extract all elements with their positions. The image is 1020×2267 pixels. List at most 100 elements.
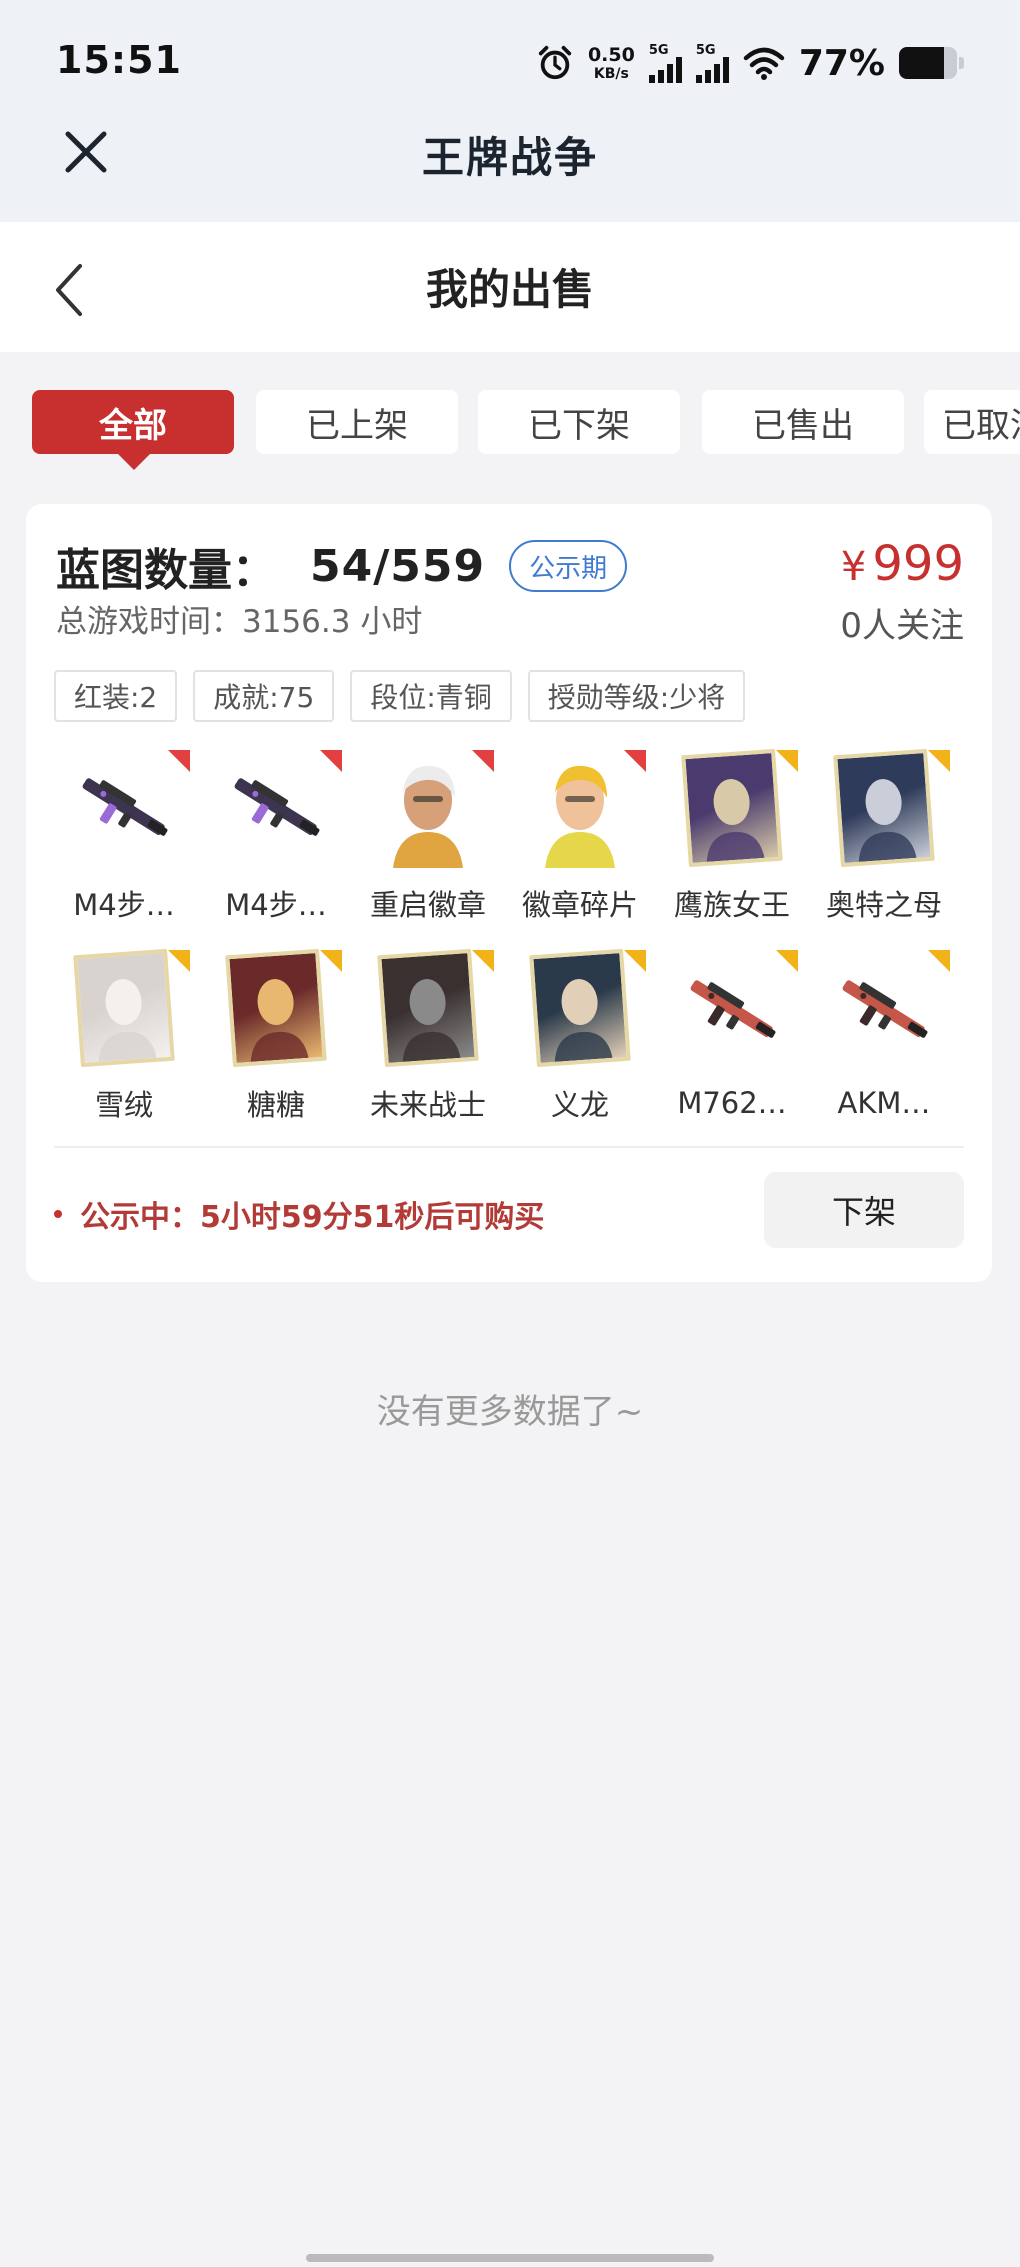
signal-tag: 5G	[695, 42, 716, 58]
item-thumbnail	[518, 748, 646, 868]
item-thumbnail	[670, 948, 798, 1072]
portrait-icon	[554, 979, 613, 1062]
app-title: 王牌战争	[421, 133, 598, 182]
item-9[interactable]: 义龙	[504, 948, 656, 1124]
portrait-icon	[250, 979, 309, 1062]
item-name: AKM…	[837, 1086, 931, 1120]
portrait-frame	[529, 948, 631, 1068]
item-thumbnail	[214, 748, 342, 868]
rarity-corner-icon	[168, 950, 190, 972]
tag-rank: 段位:青铜	[350, 670, 512, 722]
signal-1: 5G	[648, 42, 682, 83]
portrait-frame	[833, 748, 935, 868]
item-thumbnail	[822, 948, 950, 1072]
blueprint-count-row: 蓝图数量： 54/559 公示期	[56, 534, 628, 598]
wifi-icon	[743, 47, 785, 80]
item-3[interactable]: 徽章碎片	[504, 748, 656, 924]
battery-fill	[899, 47, 944, 79]
rifle-icon	[842, 980, 928, 1038]
item-thumbnail	[214, 948, 342, 1068]
top-area: 15:51 0.50 KB/s 5G 5G 77% 王牌战争	[0, 0, 1020, 222]
tab-delisted[interactable]: 已下架	[478, 390, 680, 454]
portrait-frame	[681, 748, 783, 868]
item-8[interactable]: 未来战士	[352, 948, 504, 1124]
item-name: 重启徽章	[369, 888, 486, 922]
item-thumbnail	[366, 748, 494, 868]
item-name: M4步…	[225, 888, 327, 922]
status-time: 15:51	[56, 38, 182, 82]
rifle-icon	[234, 778, 320, 836]
tag-red-gear: 红装:2	[54, 670, 178, 722]
delist-button[interactable]: 下架	[764, 1172, 964, 1248]
rarity-corner-icon	[472, 950, 494, 972]
item-1[interactable]: M4步…	[200, 748, 352, 924]
item-4[interactable]: 鹰族女王	[656, 748, 808, 924]
public-notice: 公示中：5小时59分51秒后可购买	[54, 1192, 544, 1236]
item-2[interactable]: 重启徽章	[352, 748, 504, 924]
item-5[interactable]: 奥特之母	[808, 748, 960, 924]
battery-percent: 77%	[798, 42, 885, 84]
price-currency: ¥	[840, 544, 867, 590]
page-title: 我的出售	[425, 265, 594, 314]
battery-tip	[959, 57, 964, 69]
rifle-icon	[690, 980, 776, 1038]
rarity-corner-icon	[776, 750, 798, 772]
tab-listed[interactable]: 已上架	[256, 390, 458, 454]
item-6[interactable]: 雪绒	[48, 948, 200, 1124]
rarity-corner-icon	[472, 750, 494, 772]
item-11[interactable]: AKM…	[808, 948, 960, 1124]
item-grid: M4步… M4步… 重启徽章 徽章碎片 鹰族女王 奥特之母 雪绒 糖糖 未来战士…	[48, 748, 968, 1124]
filter-tabs: 全部 已上架 已下架 已售出 已取消	[32, 390, 1020, 470]
portrait-frame	[225, 948, 327, 1068]
account-tags: 红装:2 成就:75 段位:青铜 授勋等级:少将	[54, 670, 746, 722]
tab-all[interactable]: 全部	[32, 390, 234, 470]
rarity-corner-icon	[320, 950, 342, 972]
item-name: 未来战士	[369, 1088, 486, 1122]
rarity-corner-icon	[320, 750, 342, 772]
signal-tag: 5G	[648, 42, 669, 58]
rarity-corner-icon	[624, 750, 646, 772]
tab-cancelled[interactable]: 已取消	[924, 390, 1020, 454]
tag-medal-level: 授勋等级:少将	[527, 670, 746, 722]
portrait-frame	[377, 948, 479, 1068]
item-thumbnail	[822, 748, 950, 868]
item-thumbnail	[62, 948, 190, 1068]
portrait-icon	[706, 779, 765, 862]
blueprint-label: 蓝图数量：	[56, 545, 276, 596]
home-indicator[interactable]	[306, 2254, 714, 2262]
portrait-icon	[98, 979, 157, 1062]
page-header: 我的出售	[0, 222, 1020, 352]
tag-achievement: 成就:75	[193, 670, 335, 722]
rarity-corner-icon	[624, 950, 646, 972]
item-name: 糖糖	[246, 1088, 305, 1122]
rifle-icon	[82, 778, 168, 836]
item-10[interactable]: M762…	[656, 948, 808, 1124]
item-0[interactable]: M4步…	[48, 748, 200, 924]
alarm-icon	[538, 45, 572, 80]
signal-bars-icon	[695, 56, 729, 83]
character-icon	[393, 765, 463, 868]
price: ¥ 999	[841, 536, 964, 592]
portrait-icon	[402, 979, 461, 1062]
rarity-corner-icon	[168, 750, 190, 772]
portrait-icon	[858, 779, 917, 862]
divider	[54, 1146, 964, 1148]
item-name: 雪绒	[94, 1088, 153, 1122]
item-7[interactable]: 糖糖	[200, 948, 352, 1124]
listing-card[interactable]: 蓝图数量： 54/559 公示期 总游戏时间：3156.3 小时 ¥ 999 0…	[26, 504, 992, 1282]
public-period-badge: 公示期	[509, 540, 628, 592]
price-value: 999	[872, 536, 964, 592]
notice-dot	[54, 1210, 62, 1218]
item-name: M4步…	[73, 888, 175, 922]
net-speed-value: 0.50	[587, 43, 635, 66]
status-bar: 15:51 0.50 KB/s 5G 5G 77%	[0, 0, 1020, 120]
rarity-corner-icon	[776, 950, 798, 972]
notice-text: 公示中：5小时59分51秒后可购买	[80, 1200, 545, 1235]
tab-sold[interactable]: 已售出	[702, 390, 904, 454]
portrait-frame	[73, 948, 175, 1068]
app-header: 王牌战争	[0, 110, 1020, 220]
item-thumbnail	[518, 948, 646, 1068]
item-thumbnail	[62, 748, 190, 868]
character-icon	[545, 765, 615, 868]
net-speed: 0.50 KB/s	[587, 43, 635, 81]
